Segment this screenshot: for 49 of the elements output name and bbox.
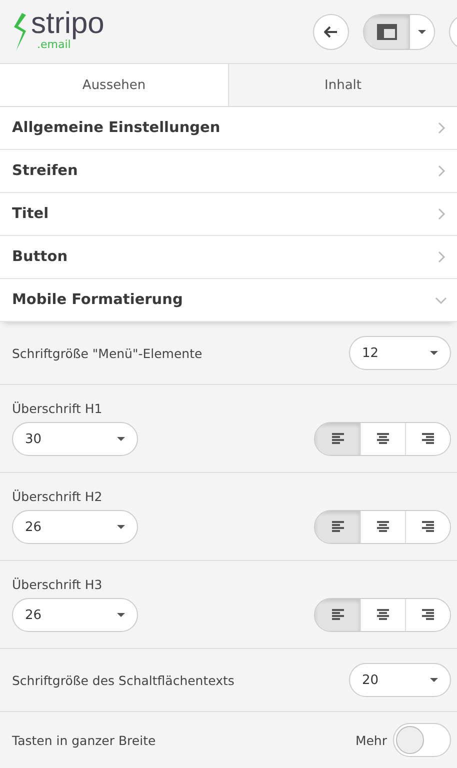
select-field[interactable]: 26 xyxy=(12,510,138,544)
align-center-button[interactable] xyxy=(360,511,405,543)
more-label: Mehr xyxy=(355,732,387,748)
section-title: Mobile Formatierung xyxy=(12,292,183,308)
align-center-icon xyxy=(376,521,390,533)
align-center-icon xyxy=(376,609,390,621)
align-right-button[interactable] xyxy=(405,423,450,455)
section-title: Allgemeine Einstellungen xyxy=(12,120,220,136)
align-center-button[interactable] xyxy=(360,599,405,631)
logo-icon xyxy=(12,12,28,50)
select-field[interactable]: 20 xyxy=(349,663,451,697)
align-right-button[interactable] xyxy=(405,599,450,631)
section-title: Titel xyxy=(12,206,49,222)
align-center-button[interactable] xyxy=(360,423,405,455)
align-center-icon xyxy=(376,433,390,445)
logo-suffix: .email xyxy=(37,39,71,50)
align-left-button[interactable] xyxy=(315,423,360,455)
align-left-icon xyxy=(330,521,344,533)
accordion-item[interactable]: Button xyxy=(0,236,457,279)
accordion-item[interactable]: Titel xyxy=(0,193,457,236)
accordion-item[interactable]: Mobile Formatierung xyxy=(0,279,457,322)
setting-label: Überschrift H3 xyxy=(12,577,104,592)
setting-label: Überschrift H2 xyxy=(12,489,104,504)
align-right-button[interactable] xyxy=(405,511,450,543)
align-right-icon xyxy=(421,609,435,621)
align-left-button[interactable] xyxy=(315,599,360,631)
toggle-switch[interactable] xyxy=(393,723,451,757)
align-left-icon xyxy=(330,609,344,621)
layout-button[interactable] xyxy=(364,14,410,48)
select-field[interactable]: 26 xyxy=(12,598,138,632)
section-title: Button xyxy=(12,249,68,265)
setting-label: Überschrift H1 xyxy=(12,401,104,416)
align-left-icon xyxy=(330,433,344,445)
setting-label: Schriftgröße "Menü"-Elemente xyxy=(12,346,202,360)
select-field[interactable]: 30 xyxy=(12,422,138,456)
layout-icon xyxy=(376,24,396,40)
back-button[interactable] xyxy=(313,14,349,50)
setting-label: Tasten in ganzer Breite xyxy=(12,732,156,748)
align-left-button[interactable] xyxy=(315,511,360,543)
arrow-left-icon xyxy=(324,26,338,38)
accordion-item[interactable]: Streifen xyxy=(0,150,457,193)
setting-label: Schriftgröße des Schaltflächentexts xyxy=(12,672,234,688)
align-right-icon xyxy=(421,433,435,445)
logo-wordmark: stripo xyxy=(31,9,104,39)
accordion-item[interactable]: Allgemeine Einstellungen xyxy=(0,107,457,150)
tab[interactable]: Aussehen xyxy=(0,64,228,106)
align-right-icon xyxy=(421,521,435,533)
select-field[interactable]: 12 xyxy=(349,336,451,370)
section-title: Streifen xyxy=(12,163,78,179)
